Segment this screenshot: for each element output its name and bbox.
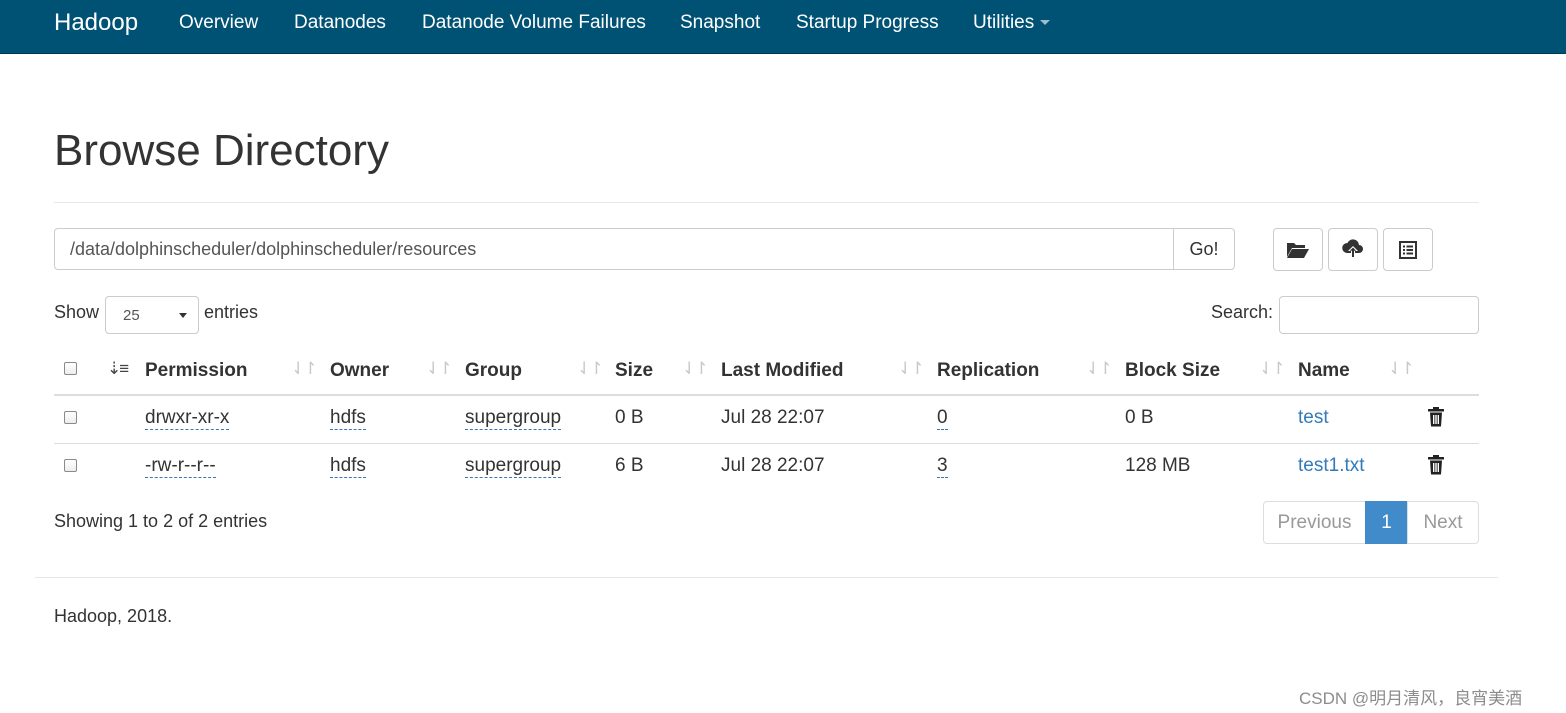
block-size-cell: 128 MB [1125, 455, 1191, 476]
column-header-last-modified[interactable]: Last Modified [721, 360, 843, 382]
table-header-divider [54, 394, 1479, 396]
sort-icon[interactable]: ⇃↾ [1388, 359, 1414, 379]
page-title: Browse Directory [54, 126, 389, 175]
group-editable[interactable]: supergroup [465, 407, 562, 430]
nav-datanode-volume-failures[interactable]: Datanode Volume Failures [422, 12, 646, 34]
size-cell: 6 B [615, 455, 644, 476]
cut-paste-button[interactable] [1383, 228, 1433, 271]
nav-startup-progress[interactable]: Startup Progress [796, 12, 939, 34]
column-header-block-size[interactable]: Block Size [1125, 360, 1220, 382]
sort-ascending-icon[interactable]: ⇣≡ [107, 359, 129, 379]
nav-datanodes[interactable]: Datanodes [294, 12, 386, 34]
owner-editable[interactable]: hdfs [330, 407, 366, 430]
watermark: CSDN @明月清风，良宵美酒 [1299, 689, 1523, 708]
column-header-replication[interactable]: Replication [937, 360, 1039, 382]
footer-divider [35, 577, 1498, 578]
column-header-group[interactable]: Group [465, 360, 522, 382]
column-header-name[interactable]: Name [1298, 360, 1350, 382]
row-checkbox[interactable] [64, 411, 77, 424]
column-header-permission[interactable]: Permission [145, 360, 247, 382]
show-label: Show [54, 302, 100, 322]
trash-icon[interactable] [1427, 455, 1445, 475]
size-cell: 0 B [615, 407, 644, 428]
column-header-size[interactable]: Size [615, 360, 653, 382]
last-modified-cell: Jul 28 22:07 [721, 455, 825, 476]
owner-editable[interactable]: hdfs [330, 455, 366, 478]
nav-utilities-label: Utilities [973, 12, 1035, 33]
list-alt-icon [1399, 240, 1417, 259]
select-all-checkbox[interactable] [64, 362, 77, 375]
previous-page-button[interactable]: Previous [1263, 501, 1366, 544]
table-info: Showing 1 to 2 of 2 entries [54, 511, 268, 531]
replication-editable[interactable]: 3 [937, 455, 948, 478]
nav-overview[interactable]: Overview [179, 12, 258, 34]
caret-down-icon [1040, 20, 1051, 26]
go-button[interactable]: Go! [1173, 228, 1235, 270]
nav-utilities-dropdown[interactable]: Utilities [973, 12, 1051, 34]
permission-editable[interactable]: drwxr-xr-x [145, 407, 230, 430]
top-navbar: Hadoop Overview Datanodes Datanode Volum… [0, 0, 1566, 54]
brand-logo[interactable]: Hadoop [54, 9, 138, 37]
column-header-owner[interactable]: Owner [330, 360, 389, 382]
nav-snapshot[interactable]: Snapshot [680, 12, 760, 34]
trash-icon[interactable] [1427, 407, 1445, 427]
footer-text: Hadoop, 2018. [54, 606, 173, 626]
page-length-value: 25 [123, 307, 140, 324]
sort-icon[interactable]: ⇃↾ [682, 359, 708, 379]
sort-icon[interactable]: ⇃↾ [577, 359, 603, 379]
row-divider [54, 443, 1479, 444]
title-divider [54, 202, 1479, 203]
file-name-link[interactable]: test [1298, 407, 1329, 429]
last-modified-cell: Jul 28 22:07 [721, 407, 825, 428]
directory-path-input[interactable]: /data/dolphinscheduler/dolphinscheduler/… [54, 228, 1173, 270]
cloud-upload-icon [1342, 238, 1363, 258]
file-name-link[interactable]: test1.txt [1298, 455, 1365, 477]
page-length-select[interactable]: 25 [105, 296, 199, 334]
replication-editable[interactable]: 0 [937, 407, 948, 430]
group-editable[interactable]: supergroup [465, 455, 562, 478]
sort-icon[interactable]: ⇃↾ [426, 359, 452, 379]
permission-editable[interactable]: -rw-r--r-- [145, 455, 216, 478]
search-label: Search: [1211, 302, 1274, 322]
dropdown-arrow-icon [179, 313, 187, 318]
folder-open-icon [1287, 242, 1309, 258]
page-1-button[interactable]: 1 [1365, 501, 1408, 544]
sort-icon[interactable]: ⇃↾ [898, 359, 924, 379]
sort-icon[interactable]: ⇃↾ [1259, 359, 1285, 379]
row-checkbox[interactable] [64, 459, 77, 472]
search-input[interactable] [1279, 296, 1479, 334]
entries-label: entries [204, 302, 259, 322]
create-directory-button[interactable] [1273, 228, 1323, 271]
sort-icon[interactable]: ⇃↾ [291, 359, 317, 379]
sort-icon[interactable]: ⇃↾ [1086, 359, 1112, 379]
next-page-button[interactable]: Next [1407, 501, 1479, 544]
block-size-cell: 0 B [1125, 407, 1154, 428]
upload-files-button[interactable] [1328, 228, 1378, 271]
